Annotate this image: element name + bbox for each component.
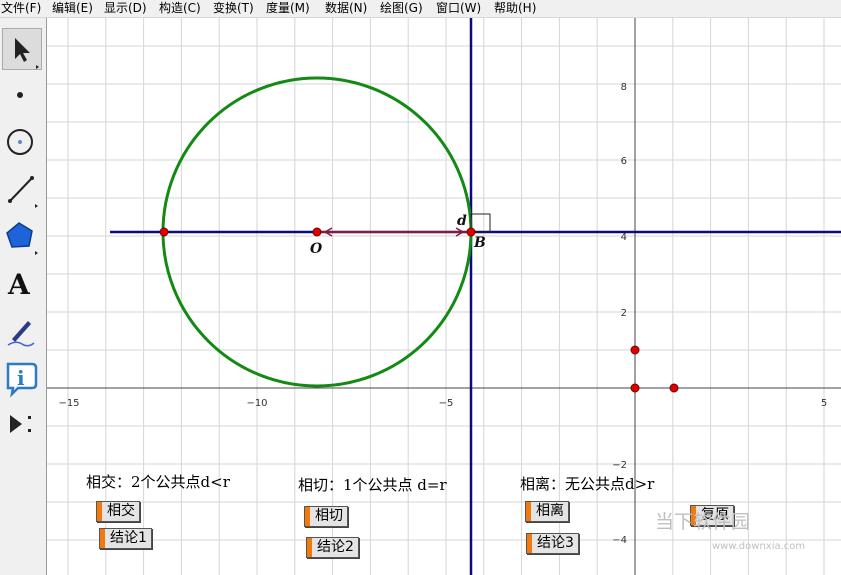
separate-button[interactable]: 相离 — [525, 501, 569, 522]
y-tick-label: 2 — [621, 308, 627, 319]
control-point-right[interactable] — [669, 383, 679, 393]
conclusion1-button[interactable]: 结论1 — [99, 528, 152, 549]
tool-straightedge[interactable] — [2, 168, 42, 210]
arrow-select-icon — [15, 38, 39, 69]
tool-custom[interactable] — [2, 403, 42, 445]
x-axis-ticks: −15 −10 −5 5 — [58, 398, 827, 409]
y-tick-label: −2 — [612, 460, 627, 471]
caption-intersect: 相交：2个公共点d<r — [86, 473, 230, 491]
y-tick-label: 6 — [621, 156, 627, 167]
compass-tool-icon — [7, 129, 33, 155]
point-label-b: B — [473, 235, 486, 251]
point-label-o: O — [310, 241, 323, 257]
tool-marker[interactable] — [2, 309, 42, 351]
x-tick-label: −5 — [439, 398, 454, 409]
conclusion3-button-label: 结论3 — [537, 535, 574, 551]
information-glyph: i — [17, 366, 25, 390]
button-handle — [100, 529, 105, 548]
button-handle — [527, 534, 532, 553]
control-point-top[interactable] — [630, 345, 640, 355]
conclusion1-button-label: 结论1 — [110, 530, 147, 546]
menu-edit[interactable]: 编辑(E) — [52, 1, 93, 15]
button-handle — [526, 502, 531, 521]
tool-text[interactable]: A — [2, 262, 42, 304]
tool-information[interactable]: i — [2, 356, 42, 398]
caption-separate: 相离：无公共点d>r — [520, 475, 655, 493]
tangent-button-label: 相切 — [315, 508, 343, 524]
polygon-tool-icon — [6, 222, 38, 255]
point-o[interactable] — [312, 227, 322, 237]
distance-label-d: d — [457, 213, 467, 229]
watermark-brand: 当下软件园 — [655, 511, 751, 533]
x-tick-label: −10 — [246, 398, 267, 409]
marker-tool-icon — [7, 321, 35, 347]
conclusion2-button[interactable]: 结论2 — [306, 537, 359, 558]
menu-file[interactable]: 文件(F) — [1, 1, 41, 15]
menu-data[interactable]: 数据(N) — [325, 1, 367, 15]
button-handle — [97, 502, 102, 521]
intersect-button-label: 相交 — [107, 503, 135, 519]
tool-polygon[interactable] — [2, 215, 42, 257]
menu-help[interactable]: 帮助(H) — [494, 1, 536, 15]
y-tick-label: 4 — [621, 232, 627, 243]
custom-tool-icon — [10, 415, 31, 433]
point-intersection-left[interactable] — [159, 227, 169, 237]
button-handle — [307, 538, 312, 557]
watermark-url: www.downxia.com — [712, 541, 806, 552]
straightedge-tool-icon — [8, 176, 38, 208]
tool-arrow[interactable] — [2, 28, 42, 70]
information-tool-icon: i — [6, 362, 38, 398]
caption-tangent: 相切：1个公共点 d=r — [298, 476, 447, 494]
separate-button-label: 相离 — [536, 503, 564, 519]
menu-display[interactable]: 显示(D) — [104, 1, 147, 15]
menu-measure[interactable]: 度量(M) — [266, 1, 310, 15]
y-tick-label: −4 — [612, 535, 627, 546]
tangent-button[interactable]: 相切 — [304, 506, 348, 527]
menu-graph[interactable]: 绘图(G) — [380, 1, 423, 15]
button-handle — [305, 507, 310, 526]
point-tool-icon — [17, 92, 23, 98]
tool-compass[interactable] — [2, 121, 42, 163]
menu-transform[interactable]: 变换(T) — [213, 1, 254, 15]
menu-construct[interactable]: 构造(C) — [159, 1, 201, 15]
intersect-button[interactable]: 相交 — [96, 501, 140, 522]
control-point-origin[interactable] — [630, 383, 640, 393]
x-tick-label: −15 — [58, 398, 79, 409]
y-tick-label: 8 — [621, 82, 627, 93]
x-tick-label: 5 — [821, 398, 827, 409]
conclusion2-button-label: 结论2 — [317, 539, 354, 555]
conclusion3-button[interactable]: 结论3 — [526, 533, 579, 554]
menu-bar: 文件(F) 编辑(E) 显示(D) 构造(C) 变换(T) 度量(M) 数据(N… — [0, 0, 841, 18]
text-tool-glyph: A — [7, 268, 31, 301]
text-tool-icon: A — [7, 268, 31, 301]
toolbox: A i — [0, 18, 47, 575]
tool-point[interactable] — [2, 74, 42, 116]
menu-window[interactable]: 窗口(W) — [436, 1, 481, 15]
